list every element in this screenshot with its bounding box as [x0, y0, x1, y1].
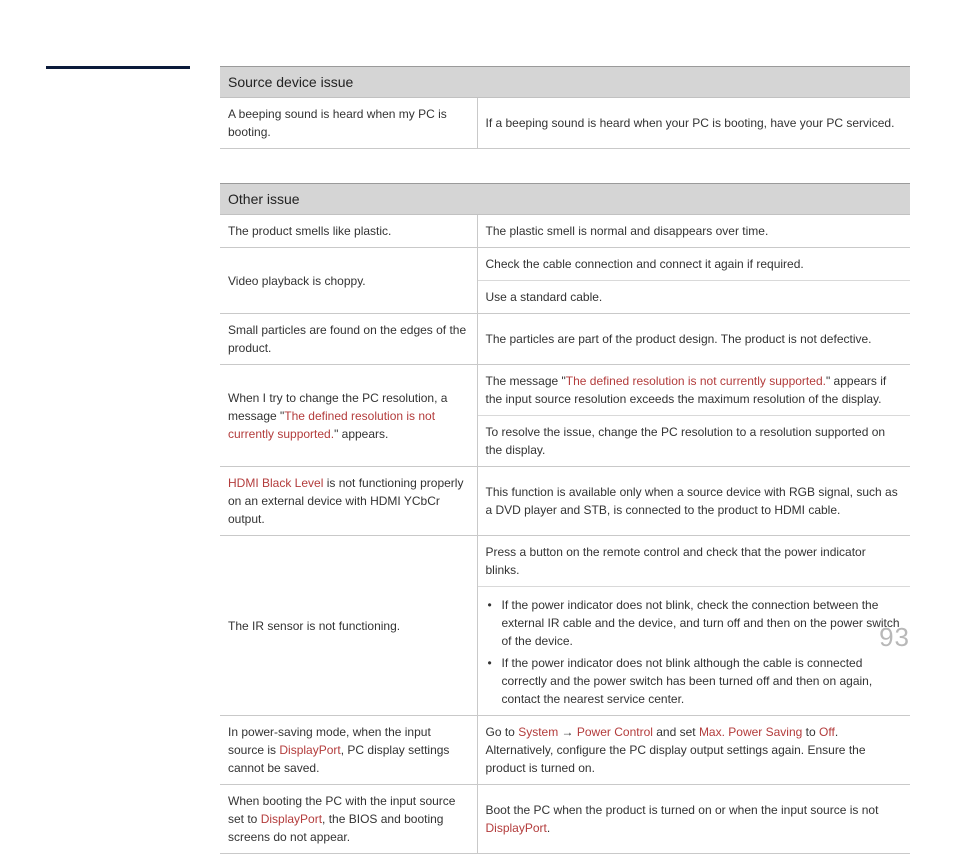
text: Go to [486, 725, 519, 739]
table-row: In power-saving mode, when the input sou… [220, 716, 910, 785]
highlight-text: System [518, 725, 558, 739]
text: Boot the PC when the product is turned o… [486, 803, 879, 817]
table-row: Small particles are found on the edges o… [220, 314, 910, 365]
content-area: Source device issue A beeping sound is he… [220, 66, 910, 854]
solution-cell: The message "The defined resolution is n… [477, 365, 910, 416]
solution-cell: Check the cable connection and connect i… [477, 248, 910, 281]
section-header: Other issue [220, 184, 910, 215]
text: Small particles are found on the edges o… [228, 323, 466, 355]
solution-cell: If a beeping sound is heard when your PC… [477, 98, 910, 149]
solution-cell: To resolve the issue, change the PC reso… [477, 416, 910, 467]
table-row: Video playback is choppy.Check the cable… [220, 248, 910, 281]
solution-cell: Boot the PC when the product is turned o… [477, 785, 910, 854]
highlight-text: HDMI Black Level [228, 476, 323, 490]
bullet-list: If the power indicator does not blink, c… [486, 596, 903, 708]
issue-cell: The IR sensor is not functioning. [220, 536, 477, 716]
table-row: When I try to change the PC resolution, … [220, 365, 910, 416]
text: and set [653, 725, 699, 739]
accent-bar [46, 66, 190, 69]
table-row: When booting the PC with the input sourc… [220, 785, 910, 854]
issue-cell: The product smells like plastic. [220, 215, 477, 248]
text: A beeping sound is heard when my PC is b… [228, 107, 447, 139]
text: → [558, 725, 577, 739]
solution-cell: Go to System → Power Control and set Max… [477, 716, 910, 785]
issue-cell: In power-saving mode, when the input sou… [220, 716, 477, 785]
highlight-text: Max. Power Saving [699, 725, 802, 739]
text: to [802, 725, 819, 739]
issue-cell: When booting the PC with the input sourc… [220, 785, 477, 854]
solution-cell: The plastic smell is normal and disappea… [477, 215, 910, 248]
text: If a beeping sound is heard when your PC… [486, 116, 895, 130]
text: The particles are part of the product de… [486, 332, 872, 346]
text: This function is available only when a s… [486, 485, 898, 517]
list-item: If the power indicator does not blink, c… [486, 596, 903, 650]
text: Use a standard cable. [486, 290, 603, 304]
text: Check the cable connection and connect i… [486, 257, 804, 271]
text: . [547, 821, 550, 835]
text: The message " [486, 374, 566, 388]
issue-cell: Small particles are found on the edges o… [220, 314, 477, 365]
page-number: 93 [879, 622, 910, 653]
highlight-text: DisplayPort [279, 743, 340, 757]
table-row: HDMI Black Level is not functioning prop… [220, 467, 910, 536]
troubleshoot-table: Source device issue A beeping sound is he… [220, 66, 910, 149]
issue-cell: Video playback is choppy. [220, 248, 477, 314]
text: Video playback is choppy. [228, 274, 366, 288]
text: If the power indicator does not blink, c… [502, 598, 900, 648]
highlight-text: Power Control [577, 725, 653, 739]
solution-cell: Press a button on the remote control and… [477, 536, 910, 587]
solution-cell: This function is available only when a s… [477, 467, 910, 536]
highlight-text: Off [819, 725, 835, 739]
solution-cell: The particles are part of the product de… [477, 314, 910, 365]
text: The product smells like plastic. [228, 224, 391, 238]
text: " appears. [334, 427, 388, 441]
text: The IR sensor is not functioning. [228, 619, 400, 633]
highlight-text: DisplayPort [261, 812, 322, 826]
issue-cell: HDMI Black Level is not functioning prop… [220, 467, 477, 536]
highlight-text: DisplayPort [486, 821, 547, 835]
list-item: If the power indicator does not blink al… [486, 654, 903, 708]
text: If the power indicator does not blink al… [502, 656, 873, 706]
solution-cell: If the power indicator does not blink, c… [477, 587, 910, 716]
text: To resolve the issue, change the PC reso… [486, 425, 886, 457]
table-row: A beeping sound is heard when my PC is b… [220, 98, 910, 149]
issue-cell: When I try to change the PC resolution, … [220, 365, 477, 467]
solution-cell: Use a standard cable. [477, 281, 910, 314]
text: Press a button on the remote control and… [486, 545, 866, 577]
issue-cell: A beeping sound is heard when my PC is b… [220, 98, 477, 149]
document-page: Source device issue A beeping sound is he… [0, 0, 954, 675]
troubleshoot-table: Other issueThe product smells like plast… [220, 183, 910, 854]
table-row: The IR sensor is not functioning.Press a… [220, 536, 910, 587]
highlight-text: The defined resolution is not currently … [566, 374, 826, 388]
section-header: Source device issue [220, 67, 910, 98]
table-row: The product smells like plastic. The plas… [220, 215, 910, 248]
text: The plastic smell is normal and disappea… [486, 224, 769, 238]
